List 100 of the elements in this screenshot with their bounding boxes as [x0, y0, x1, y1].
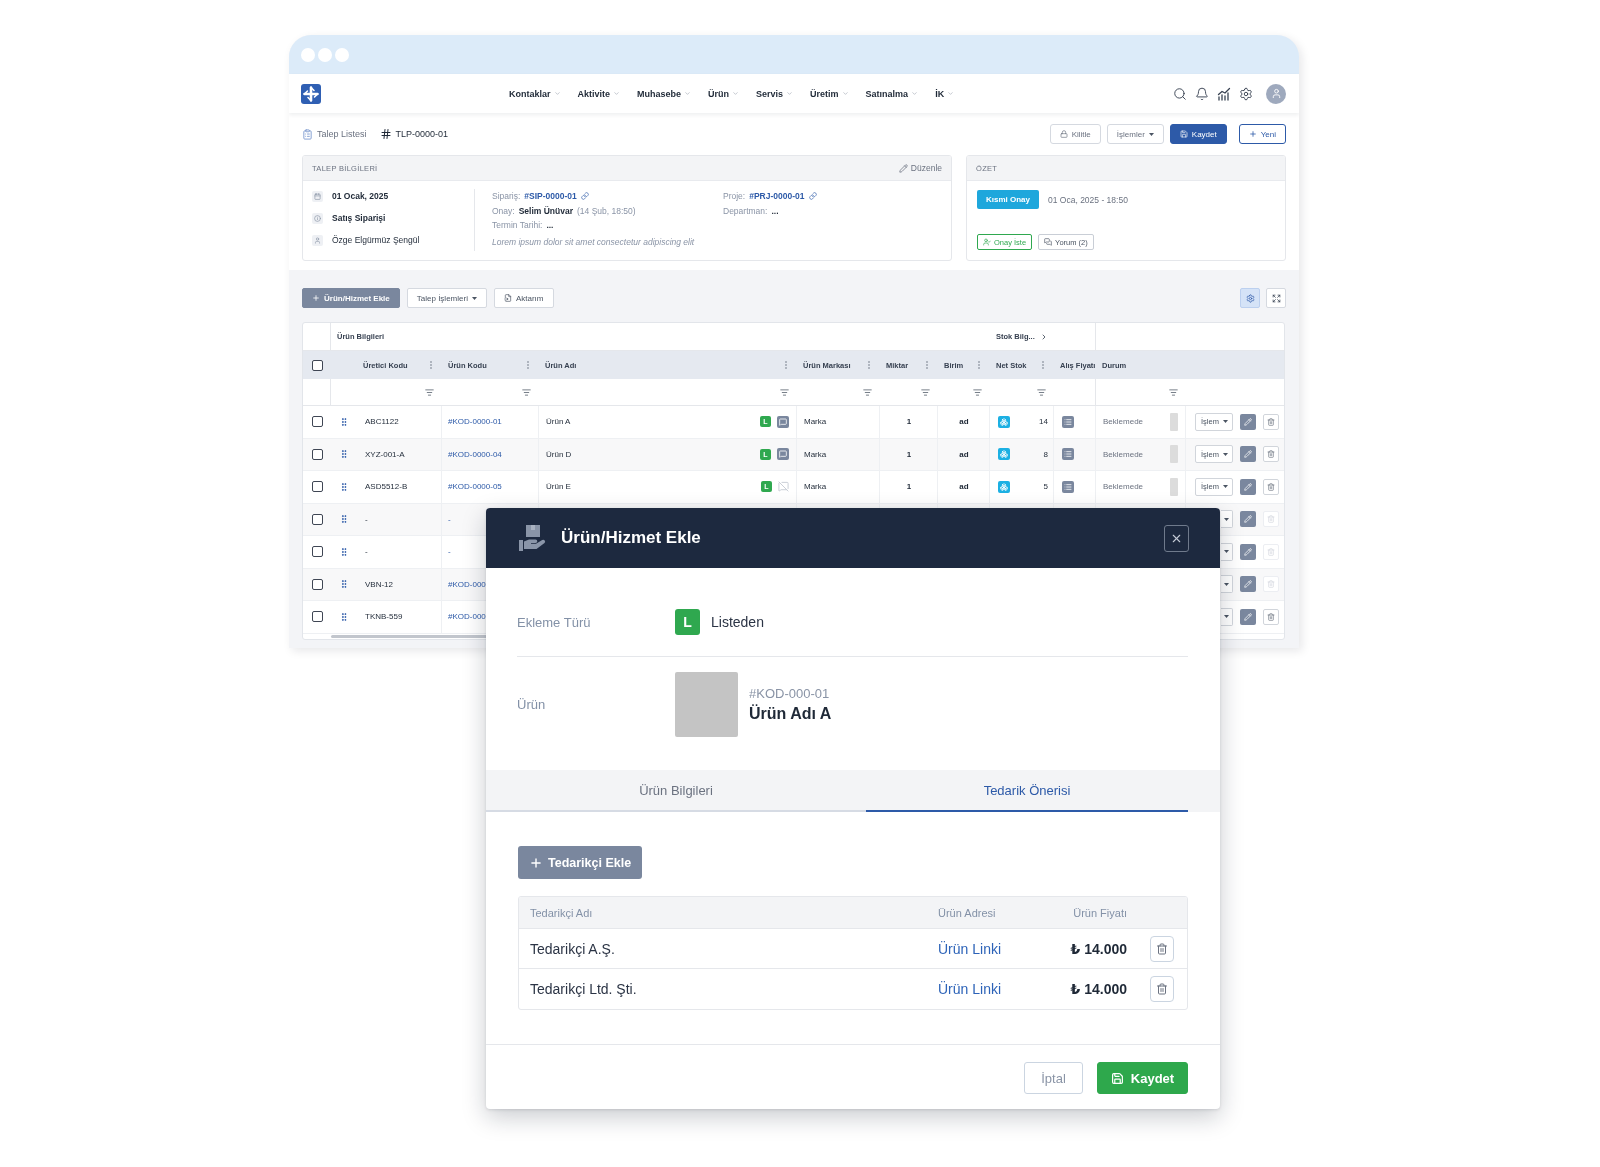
edit-link[interactable]: Düzenle: [898, 163, 942, 173]
brand-name: Marka: [804, 482, 827, 492]
settings-button[interactable]: [1240, 288, 1260, 308]
dropdown-button[interactable]: İşlemler: [1106, 124, 1164, 144]
drag-handle-icon[interactable]: [339, 416, 349, 427]
list-icon[interactable]: [1062, 415, 1074, 428]
export-button[interactable]: Aktarım: [493, 288, 554, 308]
filter-icon[interactable]: [522, 387, 531, 397]
tab[interactable]: Tedarik Önerisi: [866, 770, 1188, 812]
save-button[interactable]: Kaydet: [1169, 124, 1227, 144]
edit-button[interactable]: [1240, 446, 1256, 463]
product-code-link[interactable]: #KOD-0000-04: [448, 449, 502, 459]
trash-icon: [1267, 612, 1275, 621]
drag-handle-icon[interactable]: [339, 546, 349, 557]
delete-button[interactable]: [1150, 976, 1174, 1002]
checkbox[interactable]: [311, 611, 323, 623]
pencil-icon: [1244, 612, 1252, 621]
nav-menu-item[interactable]: Aktivite: [577, 88, 621, 99]
checkbox[interactable]: [311, 578, 323, 590]
avatar-icon[interactable]: [1266, 83, 1286, 104]
product-code-link[interactable]: #KOD-0000-05: [448, 482, 502, 492]
boxes-icon[interactable]: [998, 415, 1010, 428]
nav-menu-item[interactable]: Muhasebe: [637, 88, 692, 99]
checkbox[interactable]: [311, 448, 323, 460]
breadcrumb-link[interactable]: Talep Listesi: [302, 128, 367, 140]
checkbox[interactable]: [311, 546, 323, 558]
delete-button[interactable]: [1263, 608, 1279, 625]
filter-icon[interactable]: [1037, 387, 1046, 397]
record-link[interactable]: #SIP-0000-01: [524, 191, 577, 202]
row-action-dropdown[interactable]: [1221, 575, 1233, 594]
filter-icon[interactable]: [780, 387, 789, 397]
logo-icon[interactable]: [301, 83, 321, 104]
add-item-button[interactable]: Ürün/Hizmet Ekle: [302, 288, 400, 308]
comment-icon[interactable]: [777, 448, 789, 461]
caret-icon: [471, 296, 477, 300]
drag-handle-icon[interactable]: [339, 449, 349, 460]
product-code-link[interactable]: #KOD-000: [448, 612, 486, 622]
boxes-icon[interactable]: [998, 448, 1010, 461]
tab[interactable]: Ürün Bilgileri: [486, 770, 866, 812]
filter-icon[interactable]: [1169, 387, 1178, 397]
expand-button[interactable]: [1266, 288, 1286, 308]
row-action-dropdown[interactable]: [1221, 510, 1233, 529]
row-action-dropdown[interactable]: [1221, 607, 1233, 626]
add-supplier-button[interactable]: Tedarikçi Ekle: [518, 846, 643, 879]
filter-icon[interactable]: [425, 387, 434, 397]
drag-handle-icon[interactable]: [339, 611, 349, 622]
chevron-down-icon: [911, 90, 919, 97]
bell-icon[interactable]: [1195, 86, 1209, 101]
checkbox[interactable]: [311, 513, 323, 525]
delete-button[interactable]: [1263, 413, 1279, 430]
edit-button[interactable]: [1240, 576, 1256, 593]
product-code-link[interactable]: -: [448, 547, 451, 557]
boxes-icon[interactable]: [998, 480, 1010, 493]
delete-button[interactable]: [1263, 478, 1279, 495]
comment-icon[interactable]: [777, 415, 789, 428]
drag-handle-icon[interactable]: [339, 481, 349, 492]
edit-button[interactable]: [1240, 478, 1256, 495]
delete-button[interactable]: [1263, 446, 1279, 463]
delete-button[interactable]: [1150, 935, 1174, 962]
unit: ad: [959, 449, 969, 459]
product-name: Ürün E: [546, 482, 571, 492]
pencil-icon: [1244, 547, 1252, 556]
filter-icon[interactable]: [921, 387, 930, 397]
nav-menu-item[interactable]: Servis: [756, 88, 794, 99]
nav-menu-item[interactable]: Kontaklar: [509, 88, 561, 99]
edit-button[interactable]: [1240, 511, 1256, 528]
row-action-dropdown[interactable]: [1221, 542, 1233, 561]
record-link[interactable]: #PRJ-0000-01: [749, 191, 805, 202]
edit-button[interactable]: [1240, 543, 1256, 560]
nav-menu-item[interactable]: Satınalma: [865, 88, 919, 99]
list-icon[interactable]: [1062, 448, 1074, 461]
search-icon[interactable]: [1173, 86, 1187, 101]
product-code-link[interactable]: #KOD-000: [448, 579, 486, 589]
product-code-link[interactable]: #KOD-0000-01: [448, 417, 502, 427]
chart-icon[interactable]: [1217, 86, 1231, 101]
nav-menu-item[interactable]: Üretim: [810, 88, 849, 99]
filter-icon[interactable]: [863, 387, 872, 397]
lock-button[interactable]: Kilitle: [1049, 124, 1101, 144]
nav-menu-item[interactable]: Ürün: [708, 88, 740, 99]
product-code-link[interactable]: -: [448, 514, 451, 524]
stock-count: 5: [1043, 482, 1048, 492]
edit-button[interactable]: [1240, 608, 1256, 625]
checkbox[interactable]: [311, 416, 323, 428]
supplier-name: Tedarikçi A.Ş.: [529, 940, 615, 957]
dropdown-button[interactable]: Talep İşlemleri: [406, 288, 487, 308]
settings-icon[interactable]: [1239, 86, 1253, 101]
new-button[interactable]: Yeni: [1238, 124, 1286, 144]
close-button[interactable]: [1164, 524, 1189, 552]
list-icon[interactable]: [1062, 480, 1074, 493]
filter-icon[interactable]: [973, 387, 982, 397]
checkbox[interactable]: [311, 359, 323, 371]
nav-menu-item[interactable]: İK: [935, 88, 955, 99]
brand-name: Marka: [804, 449, 827, 459]
product-link[interactable]: Ürün Linki: [938, 981, 1002, 997]
edit-button[interactable]: [1240, 413, 1256, 430]
scrollbar-thumb[interactable]: [331, 634, 487, 638]
drag-handle-icon[interactable]: [339, 514, 349, 525]
product-link[interactable]: Ürün Linki: [938, 940, 1002, 957]
checkbox[interactable]: [311, 481, 323, 493]
drag-handle-icon[interactable]: [339, 579, 349, 590]
